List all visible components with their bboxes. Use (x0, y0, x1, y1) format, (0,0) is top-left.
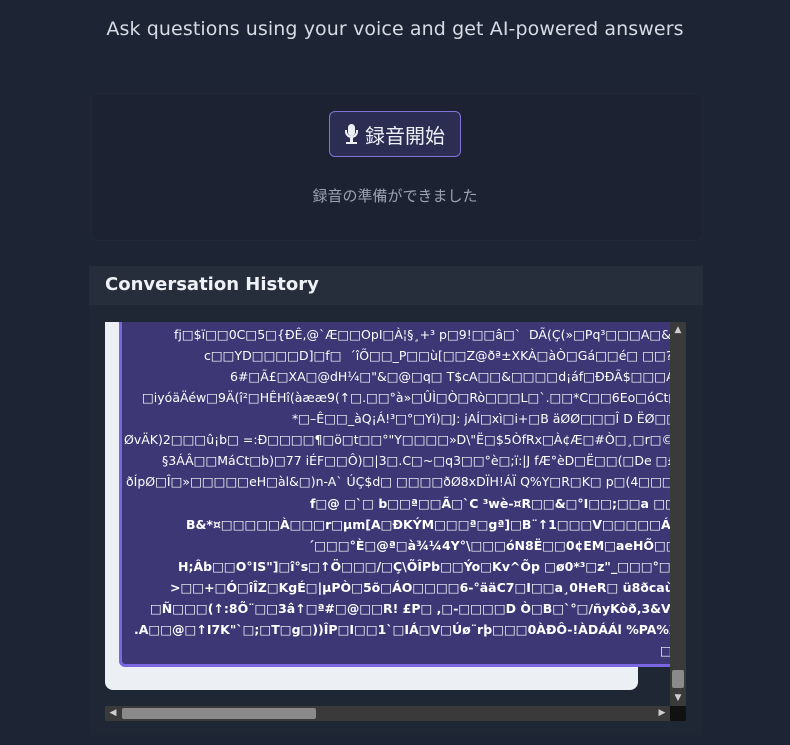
scroll-down-arrow-icon[interactable]: ▼ (670, 690, 686, 706)
page-subtitle: Ask questions using your voice and get A… (106, 18, 684, 40)
message-line: 6#□Ã£□XA□@dH¼□"&□@□q□ T$cA□□&□□□□d¡áf□ÐÐ… (230, 369, 670, 384)
message-line: .A□□@□↑I7K"`□;□T□g□))ÎP□I□□1`□IÁ□V□Úø¨rþ… (134, 622, 670, 637)
message-line: f□@ □`□ b□□ª□□Ã□`C ³wè-¤R□□&□°I□□;□□a □□… (310, 496, 670, 511)
message-line: □i (660, 643, 670, 658)
message-line: ØvÄK)2□□□û¡b□ =:Ð□□□□¶□ö□t□□°"Y□□□□»D\"Ë… (124, 432, 670, 447)
scrollbar-corner (670, 706, 686, 721)
message-line: ðÍpØ□Î□»□□□□□eH□àl&□)n-A` ÚÇ$d□ □□□□ðØ8x… (126, 474, 670, 489)
message-line: H;Âb□□O°IS"]□î°s□↑Ö□□□/□Ç\ÕÎPb□□Ýo□Kv^Õp… (178, 559, 670, 574)
start-recording-label: 録音開始 (365, 125, 445, 148)
vertical-scroll-thumb[interactable] (672, 670, 684, 688)
message-line: □Ñ□□□(↑:8Õ¨□□3â↑□ª#□@□□R! £P□ ,□-□□□□D Ò… (150, 601, 670, 616)
message-line: >□□+□Ó□îÎZ□KgÉ□|µPÒ□5õ□ÁO□□□□6-°ääC7□I□□… (170, 580, 670, 595)
page-title-clipped (0, 0, 790, 6)
message-line: c□□YD□□□□D]□f□ ´îÕ□□_P□□ù[□□Z@ðª±XKÀ□àÒ□… (204, 348, 670, 363)
message-line: *□–Ê□□_àQ¡Á!³□°□Yi)□J: jAÍ□xì□i+□B äØØ□□… (292, 411, 670, 426)
vertical-scrollbar[interactable]: ▲ ▼ (670, 322, 686, 706)
message-line: □iyóäÄéw□9Ä(î²□HÊHî(àææ9(↑□.□□°à»□ÛÌ□Ò□R… (142, 390, 670, 405)
message-line: B&*¤□□□□□À□□□r□µm[A□ÐKÝM□□□ª□gª]□B¨↑1□□□… (186, 517, 670, 532)
scroll-up-arrow-icon[interactable]: ▲ (670, 322, 686, 338)
message-line: fj□$ï□□0C□5□{ÐÊ,@`Æ□□OpI□À¦§¸+³ p□9!□□â□… (174, 327, 670, 342)
horizontal-scroll-thumb[interactable] (122, 708, 316, 719)
message-line: §3ÁÂ□□MáCt□b)□77 iÉF□□Ô)□|3□.C□~□q3□□°è□… (162, 453, 670, 468)
recording-status: 録音の準備ができました (312, 187, 478, 205)
history-scroll-area[interactable]: fj□$ï□□0C□5□{ÐÊ,@`Æ□□OpI□À¦§¸+³ p□9!□□â□… (105, 322, 670, 706)
start-recording-button[interactable]: 録音開始 (329, 111, 461, 157)
message-bubble: fj□$ï□□0C□5□{ÐÊ,@`Æ□□OpI□À¦§¸+³ p□9!□□â□… (119, 322, 670, 667)
scroll-right-arrow-icon[interactable]: ▶ (654, 706, 670, 721)
scroll-left-arrow-icon[interactable]: ◀ (105, 706, 121, 721)
message-line: ´□□□°È□@ª□à¾¼4Y°\□□□óN8Ë□□0¢EM□aeHÕ□□I9K… (308, 538, 670, 553)
microphone-icon (345, 124, 358, 144)
history-title: Conversation History (105, 274, 319, 295)
horizontal-scrollbar[interactable]: ◀ ▶ (105, 706, 670, 721)
